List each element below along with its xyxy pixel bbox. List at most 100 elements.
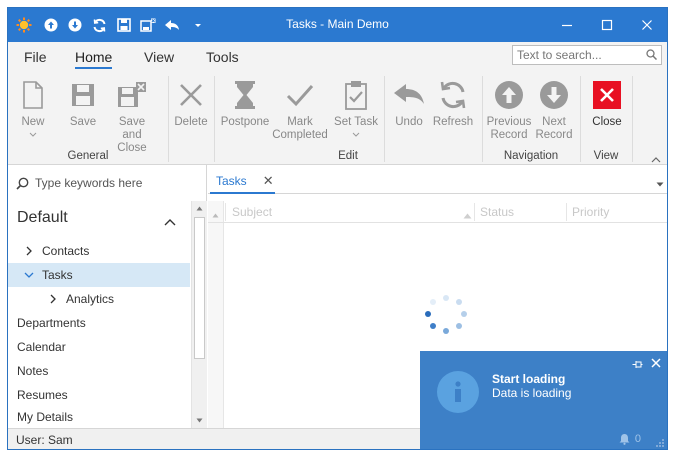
ribbon-tab-strip: File Home View Tools <box>8 42 667 72</box>
app-window: Tasks - Main Demo File Home View Tools N… <box>7 7 668 450</box>
chevron-up-icon[interactable] <box>164 215 176 229</box>
close-button[interactable]: Close <box>588 78 626 129</box>
column-header-status[interactable]: Status <box>480 205 514 219</box>
undo-quick-icon[interactable] <box>162 15 182 35</box>
save-and-close-button[interactable]: Save and Close <box>108 78 156 155</box>
chevron-right-icon <box>26 246 32 256</box>
close-red-icon <box>590 78 624 112</box>
nav-item-tasks[interactable]: Tasks <box>8 263 190 287</box>
refresh-button[interactable]: Refresh <box>432 78 474 129</box>
search-icon[interactable] <box>646 49 658 63</box>
spinner-dot <box>443 295 449 301</box>
hourglass-icon <box>228 78 262 112</box>
customize-quick-access-icon[interactable] <box>188 15 208 35</box>
undo-button[interactable]: Undo <box>390 78 428 129</box>
ribbon-panel: New Save Save and Close General Delete P… <box>8 72 667 165</box>
group-edit-label: Edit <box>338 150 358 162</box>
title-bar: Tasks - Main Demo <box>8 8 667 42</box>
new-dropdown-arrow-icon <box>29 132 37 137</box>
nav-item-label: Notes <box>17 364 49 378</box>
new-document-icon <box>16 78 50 112</box>
column-separator <box>474 203 475 221</box>
collapse-ribbon-icon[interactable] <box>651 152 661 166</box>
save-button[interactable]: Save <box>66 78 100 129</box>
nav-item-calendar[interactable]: Calendar <box>8 335 190 359</box>
bell-icon <box>619 434 630 445</box>
nav-item-analytics[interactable]: Analytics <box>8 287 190 311</box>
nav-item-contacts[interactable]: Contacts <box>8 239 190 263</box>
refresh-icon <box>436 78 470 112</box>
delete-icon <box>174 78 208 112</box>
nav-item-label: Resumes <box>17 388 68 402</box>
scroll-up-arrow-icon[interactable] <box>192 201 207 216</box>
nav-item-resumes[interactable]: Resumes <box>8 383 190 407</box>
tab-home[interactable]: Home <box>75 49 113 69</box>
resize-grip-icon[interactable] <box>656 437 665 449</box>
column-header-subject[interactable]: Subject <box>232 205 272 219</box>
notification-indicator[interactable]: 0 <box>619 433 641 445</box>
next-record-button[interactable]: Next Record <box>534 78 574 142</box>
nav-scrollbar[interactable] <box>191 201 207 428</box>
save-close-quick-icon[interactable] <box>138 15 158 35</box>
checkmark-icon <box>283 78 317 112</box>
status-user: User: Sam <box>16 433 73 447</box>
refresh-quick-icon[interactable] <box>89 15 109 35</box>
nav-item-my-details[interactable]: My Details <box>8 407 190 427</box>
close-tab-icon[interactable]: ✕ <box>263 173 274 189</box>
spinner-dot <box>430 323 436 329</box>
pin-icon[interactable] <box>632 358 643 372</box>
sort-ascending-icon <box>463 208 472 222</box>
document-tab-strip: Tasks ✕ <box>208 165 667 194</box>
nav-item-departments[interactable]: Departments <box>8 311 190 335</box>
next-record-quick-icon[interactable] <box>65 15 85 35</box>
previous-record-quick-icon[interactable] <box>41 15 61 35</box>
alert-text: Data is loading <box>492 386 572 400</box>
postpone-button[interactable]: Postpone <box>218 78 272 129</box>
maximize-button[interactable] <box>587 8 627 42</box>
close-button-label: Close <box>592 116 622 128</box>
loading-spinner-icon <box>423 295 469 341</box>
grid-column-header: Subject Status Priority <box>208 201 667 223</box>
arrow-up-circle-icon <box>492 78 526 112</box>
spinner-dot <box>425 311 431 317</box>
group-general-label: General <box>67 150 109 162</box>
set-task-dropdown-arrow-icon <box>352 132 360 137</box>
undo-icon <box>392 78 426 112</box>
save-close-icon <box>115 78 149 112</box>
ribbon-search-input[interactable] <box>512 45 662 65</box>
set-task-button[interactable]: Set Task <box>332 78 380 138</box>
notification-count: 0 <box>634 433 641 445</box>
close-window-button[interactable] <box>627 8 667 42</box>
refresh-button-label: Refresh <box>432 116 474 128</box>
save-quick-icon[interactable] <box>114 15 134 35</box>
close-alert-icon[interactable] <box>651 357 661 371</box>
scroll-down-arrow-icon[interactable] <box>192 413 207 428</box>
scrollbar-thumb[interactable] <box>194 217 205 359</box>
nav-item-label: Departments <box>17 316 86 330</box>
alert-caption: Start loading <box>492 372 566 386</box>
column-header-priority[interactable]: Priority <box>572 205 609 219</box>
document-tab-tasks[interactable]: Tasks ✕ <box>210 169 275 194</box>
previous-record-button[interactable]: Previous Record <box>486 78 532 142</box>
new-button[interactable]: New <box>16 78 50 138</box>
nav-search-box[interactable]: Type keywords here <box>16 173 196 193</box>
column-separator <box>225 203 226 221</box>
tab-tools[interactable]: Tools <box>206 49 239 65</box>
grid-scrollbar[interactable] <box>208 201 224 428</box>
tab-file[interactable]: File <box>24 49 47 65</box>
mark-completed-button[interactable]: Mark Completed <box>272 78 328 142</box>
tab-view[interactable]: View <box>144 49 174 65</box>
tab-list-dropdown-icon[interactable] <box>656 176 664 190</box>
save-icon <box>66 78 100 112</box>
app-logo-icon[interactable] <box>14 15 34 35</box>
postpone-button-label: Postpone <box>220 116 270 128</box>
nav-item-notes[interactable]: Notes <box>8 359 190 383</box>
minimize-button[interactable] <box>547 8 587 42</box>
delete-button[interactable]: Delete <box>168 78 214 129</box>
chevron-down-icon <box>24 272 34 278</box>
spinner-dot <box>443 328 449 334</box>
group-navigation-label: Navigation <box>503 150 559 162</box>
nav-group-header[interactable]: Default <box>17 209 68 227</box>
nav-item-label: Analytics <box>66 292 115 306</box>
alert-popup[interactable]: Start loading Data is loading 0 <box>420 351 667 449</box>
